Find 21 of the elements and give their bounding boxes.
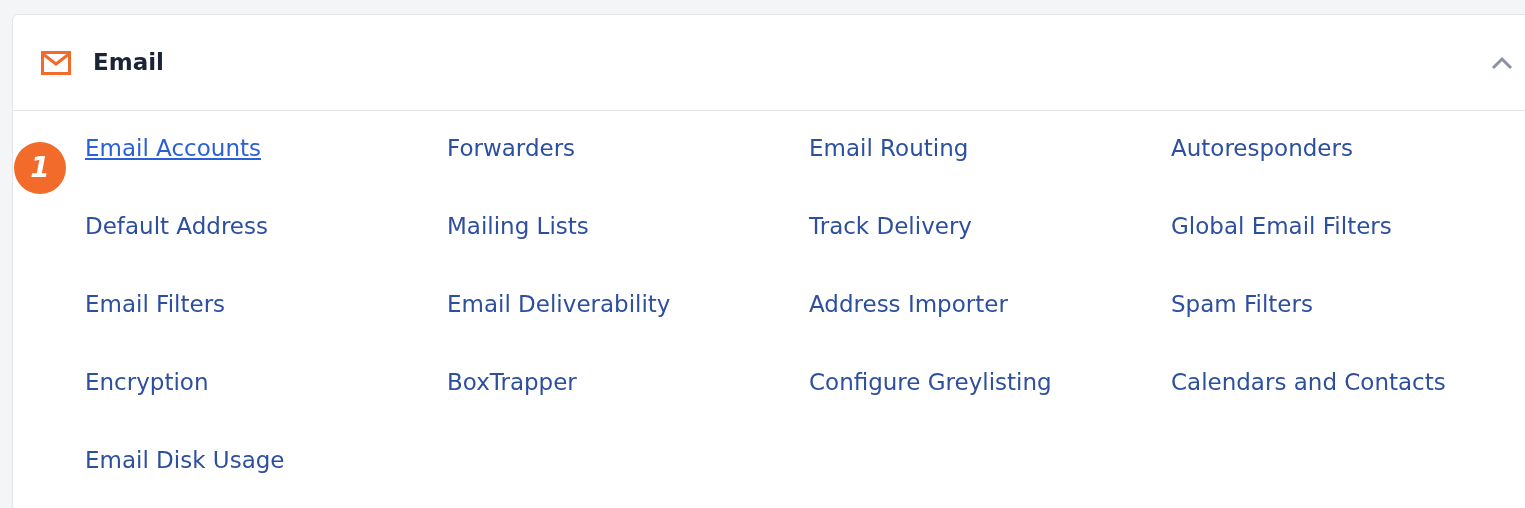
tool-link[interactable]: Calendars and Contacts xyxy=(1171,371,1446,449)
tool-link[interactable]: Mailing Lists xyxy=(447,215,589,293)
tool-link[interactable]: Email Accounts xyxy=(85,137,261,215)
tool-link[interactable]: Autoresponders xyxy=(1171,137,1353,215)
tool-link[interactable]: Track Delivery xyxy=(809,215,972,293)
tool-link[interactable]: Forwarders xyxy=(447,137,576,215)
tool-link[interactable]: Email Filters xyxy=(85,293,226,371)
tool-link[interactable]: Email Disk Usage xyxy=(85,449,285,508)
section-title: Email xyxy=(93,48,164,78)
tool-link[interactable]: Global Email Filters xyxy=(1171,215,1392,293)
tool-link[interactable]: Address Importer xyxy=(809,293,1008,371)
tool-link[interactable]: BoxTrapper xyxy=(447,371,577,449)
tool-link[interactable]: Email Routing xyxy=(809,137,969,215)
chevron-up-icon[interactable] xyxy=(1491,55,1513,70)
step-badge: 1 xyxy=(14,142,66,194)
tool-link[interactable]: Spam Filters xyxy=(1171,293,1313,371)
tool-link[interactable]: Default Address xyxy=(85,215,268,293)
tool-link[interactable]: Configure Greylisting xyxy=(809,371,1052,449)
envelope-icon xyxy=(41,50,71,75)
tool-link[interactable]: Encryption xyxy=(85,371,209,449)
tool-link[interactable]: Email Deliverability xyxy=(447,293,671,371)
